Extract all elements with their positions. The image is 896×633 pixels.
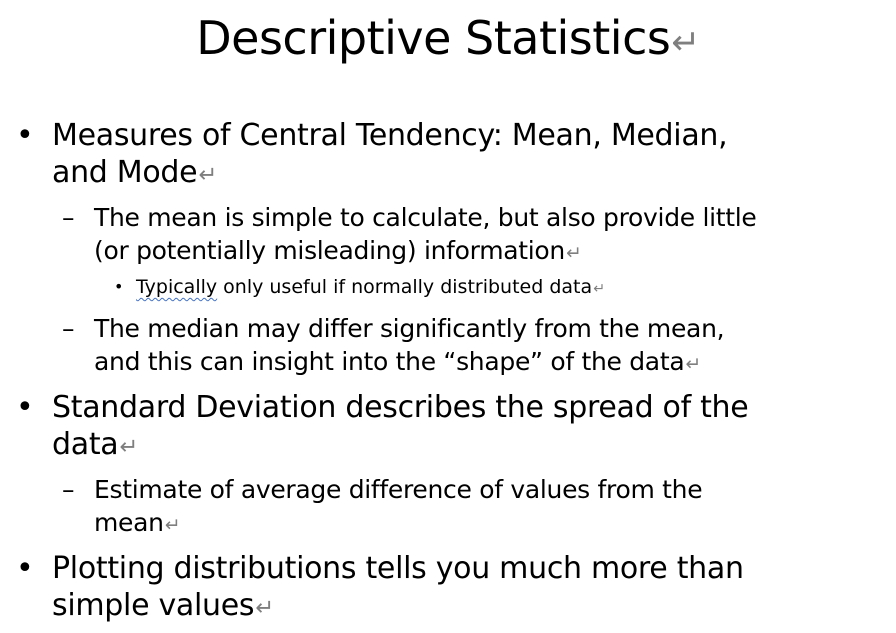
bullet-icon: • bbox=[16, 390, 34, 425]
slide-title: Descriptive Statistics↵ bbox=[0, 8, 896, 73]
bullet-plotting-line1: Plotting distributions tells you much mo… bbox=[52, 551, 744, 586]
bullet-icon: • bbox=[16, 551, 34, 586]
sub-sub-bullet-typically: Typically only useful if normally distri… bbox=[136, 274, 605, 302]
sub-bullet-mean-line1: The mean is simple to calculate, but als… bbox=[94, 203, 757, 232]
sub-bullet-median-line1: The median may differ significantly from… bbox=[94, 314, 725, 343]
dash-bullet-icon: – bbox=[62, 203, 75, 232]
paragraph-mark-icon: ↵ bbox=[164, 515, 181, 536]
bullet-std-dev-line2: data↵ bbox=[52, 426, 138, 466]
dash-bullet-icon: – bbox=[62, 475, 75, 504]
bullet-text: and Mode bbox=[52, 155, 198, 190]
dash-bullet-icon: – bbox=[62, 314, 75, 343]
slide: Descriptive Statistics↵ • Measures of Ce… bbox=[0, 0, 896, 633]
sub-bullet-mean-line2: (or potentially misleading) information↵ bbox=[94, 234, 582, 270]
sub-sub-bullet-text: only useful if normally distributed data bbox=[217, 276, 593, 298]
sub-bullet-estimate-line1: Estimate of average difference of values… bbox=[94, 475, 703, 504]
paragraph-mark-icon: ↵ bbox=[565, 243, 582, 264]
slide-title-text: Descriptive Statistics bbox=[196, 11, 671, 65]
paragraph-mark-icon: ↵ bbox=[593, 281, 606, 297]
spell-check-flagged-word[interactable]: Typically bbox=[136, 276, 217, 298]
paragraph-mark-icon: ↵ bbox=[255, 595, 274, 621]
bullet-text: simple values bbox=[52, 588, 255, 623]
bullet-std-dev-line1: Standard Deviation describes the spread … bbox=[52, 390, 749, 425]
bullet-icon: • bbox=[16, 118, 34, 153]
paragraph-mark-icon: ↵ bbox=[685, 354, 701, 375]
bullet-plotting-line2: simple values↵ bbox=[52, 587, 274, 627]
sub-bullet-text: and this can insight into the “shape” of… bbox=[94, 347, 685, 376]
bullet-central-tendency-line1: Measures of Central Tendency: Mean, Medi… bbox=[52, 118, 728, 153]
bullet-text: data bbox=[52, 427, 119, 462]
paragraph-mark-icon: ↵ bbox=[119, 434, 138, 460]
small-bullet-icon: • bbox=[114, 277, 124, 296]
sub-bullet-estimate-line2: mean↵ bbox=[94, 506, 180, 542]
paragraph-mark-icon: ↵ bbox=[198, 162, 217, 188]
paragraph-mark-icon: ↵ bbox=[671, 23, 700, 63]
sub-bullet-text: mean bbox=[94, 508, 164, 537]
sub-bullet-median-line2: and this can insight into the “shape” of… bbox=[94, 345, 701, 381]
sub-bullet-text: (or potentially misleading) information bbox=[94, 236, 565, 265]
bullet-central-tendency-line2: and Mode↵ bbox=[52, 154, 217, 194]
